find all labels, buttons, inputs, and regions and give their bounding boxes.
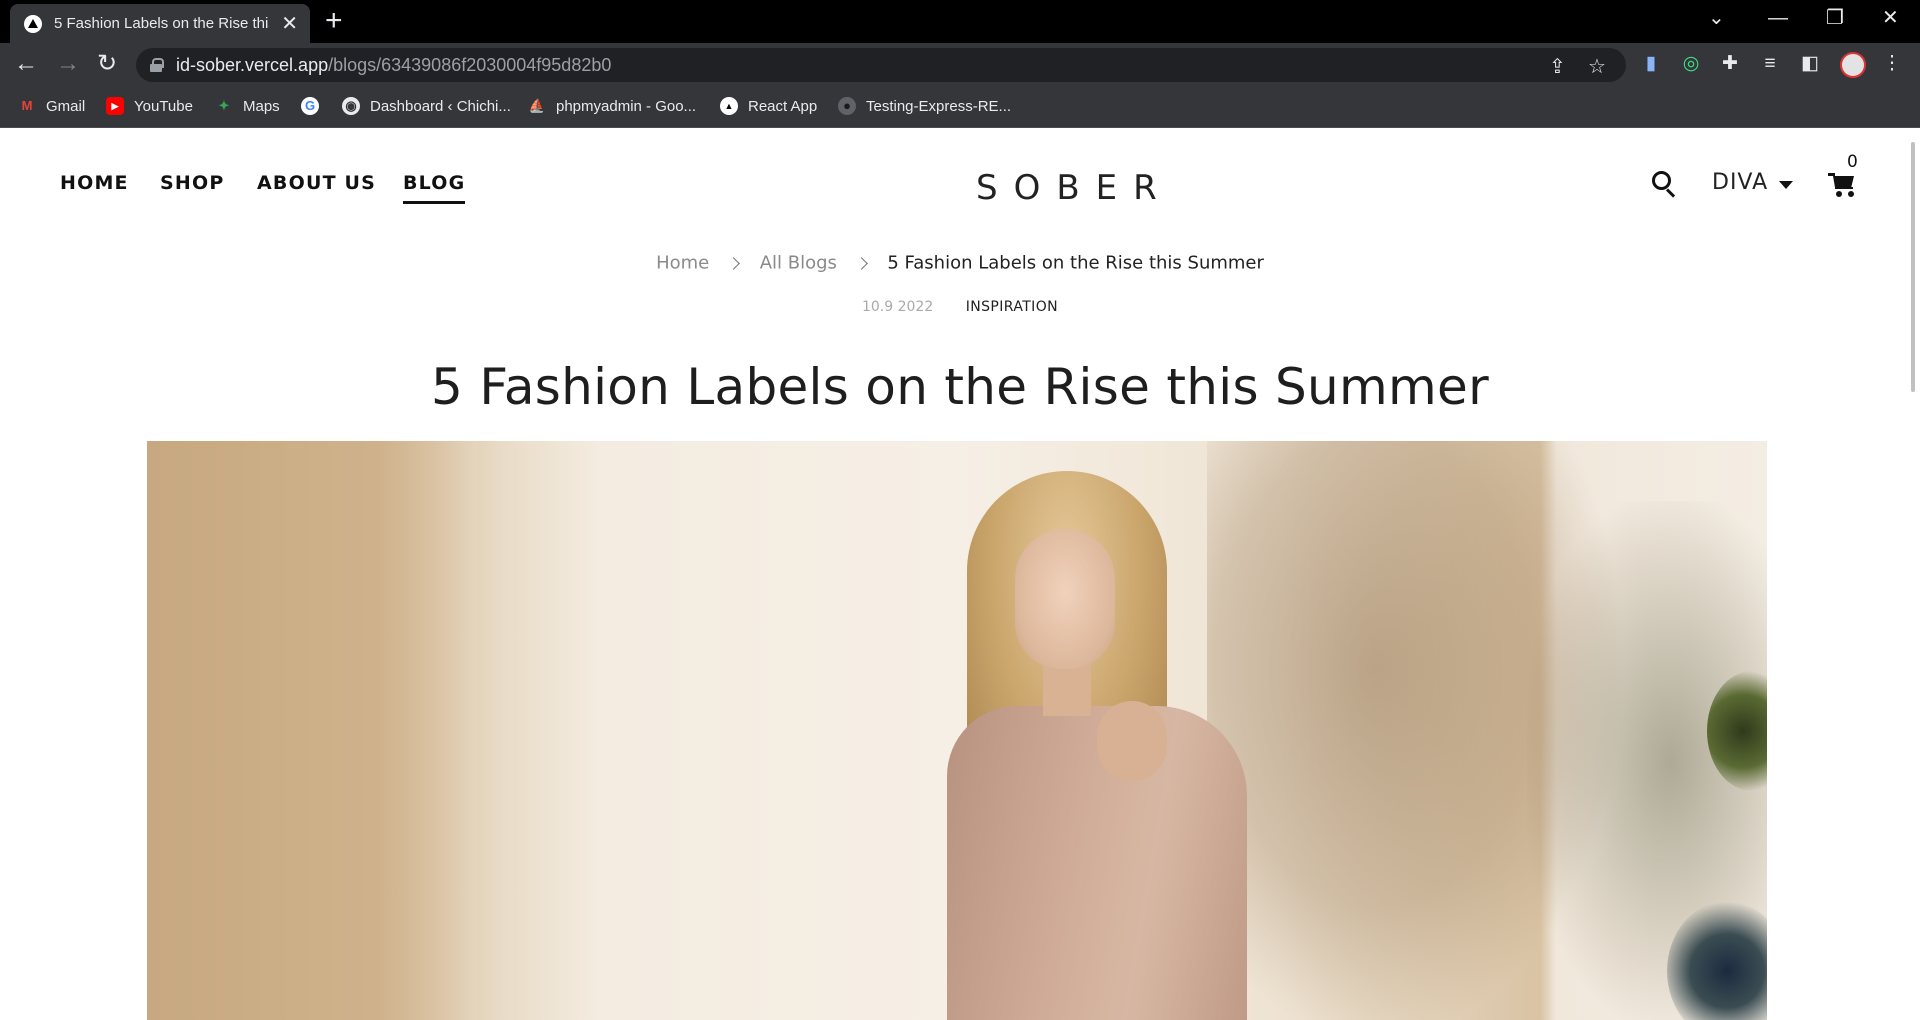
bookmark-youtube[interactable]: ▶ YouTube	[106, 97, 193, 115]
caret-down-icon[interactable]	[1779, 181, 1793, 189]
post-date: 10.9 2022	[861, 299, 934, 315]
bookmark-label: Gmail	[46, 97, 86, 115]
chevron-right-icon	[854, 256, 868, 270]
github-icon: ●	[838, 97, 856, 115]
bookmark-gmail[interactable]: M Gmail	[18, 97, 86, 115]
extension-target-icon[interactable]: ◎	[1679, 52, 1703, 76]
breadcrumb-current: 5 Fashion Labels on the Rise this Summer	[887, 252, 1264, 274]
post-title: 5 Fashion Labels on the Rise this Summer	[431, 358, 1489, 416]
bookmark-label: React App	[748, 97, 818, 115]
browser-tab-strip: 5 Fashion Labels on the Rise this ✕ + ⌄ …	[0, 0, 1920, 43]
bookmarks-bar: M Gmail ▶ YouTube ✦ Maps G ◉ Dashboard ‹ Chi…	[0, 86, 1920, 128]
bookmark-dashboard[interactable]: ◉ Dashboard ‹ Chichi...	[342, 97, 511, 115]
nav-home[interactable]: HOME	[60, 172, 129, 194]
media-queue-icon[interactable]: ≡	[1758, 52, 1782, 76]
react-app-icon: ▲	[720, 97, 738, 115]
cart-count-badge: 0	[1847, 152, 1858, 172]
maps-icon: ✦	[218, 98, 230, 113]
nav-blog[interactable]: BLOG	[403, 172, 466, 204]
browser-menu-icon[interactable]: ⋮	[1880, 52, 1904, 76]
chevron-right-icon	[727, 256, 740, 270]
bookmark-label: Testing-Express-RE...	[866, 97, 1012, 115]
minimize-icon[interactable]: —	[1768, 6, 1788, 30]
bookmark-label: YouTube	[134, 97, 193, 115]
bookmark-testing-express[interactable]: ● Testing-Express-RE...	[838, 97, 1011, 115]
extension-docs-icon[interactable]: ▮	[1639, 52, 1663, 76]
profile-avatar[interactable]	[1840, 52, 1866, 78]
globe-icon: ◉	[342, 97, 360, 115]
search-icon[interactable]	[1652, 171, 1678, 198]
reload-icon[interactable]: ↻	[97, 51, 117, 77]
google-icon: G	[301, 97, 319, 115]
lock-icon[interactable]	[150, 58, 164, 72]
tab-title: 5 Fashion Labels on the Rise this	[54, 15, 269, 32]
bookmark-label: phpmyadmin - Goo...	[556, 97, 697, 115]
new-tab-plus-icon[interactable]: +	[325, 6, 343, 36]
bookmark-maps[interactable]: ✦ Maps	[215, 97, 280, 115]
language-selector[interactable]: DIVA	[1712, 170, 1768, 195]
cart-icon[interactable]	[1828, 172, 1856, 198]
forward-arrow-icon[interactable]: →	[56, 51, 80, 77]
model-photo	[947, 471, 1277, 1020]
breadcrumb: Home All Blogs 5 Fashion Labels on the R…	[0, 252, 1920, 274]
close-window-icon[interactable]: ✕	[1882, 6, 1899, 30]
bookmark-google[interactable]: G	[301, 97, 329, 115]
extensions-puzzle-icon[interactable]: ✚	[1718, 52, 1742, 76]
site-logo[interactable]: SOBER	[976, 168, 1173, 208]
bookmark-star-icon[interactable]: ☆	[1588, 54, 1606, 79]
breadcrumb-all-blogs[interactable]: All Blogs	[760, 253, 837, 274]
scrollbar-thumb[interactable]	[1911, 142, 1915, 392]
post-category[interactable]: INSPIRATION	[966, 299, 1058, 315]
gmail-icon: M	[21, 98, 33, 113]
bookmark-label: Dashboard ‹ Chichi...	[370, 97, 511, 115]
vercel-favicon-icon	[24, 14, 42, 33]
close-tab-icon[interactable]: ✕	[281, 14, 298, 34]
address-bar[interactable]: id-sober.vercel.app/blogs/63439086f20300…	[136, 48, 1626, 82]
nav-about-us[interactable]: ABOUT US	[257, 172, 376, 194]
side-panel-icon[interactable]: ◧	[1798, 52, 1822, 76]
page-scrollbar[interactable]	[1904, 128, 1920, 1020]
post-hero-image	[147, 441, 1767, 1020]
back-arrow-icon[interactable]: ←	[14, 51, 38, 77]
web-page: HOME SHOP ABOUT US BLOG SOBER DIVA 0 Hom…	[0, 128, 1920, 1020]
tab-search-chevron-icon[interactable]: ⌄	[1708, 6, 1725, 30]
url-host: id-sober.vercel.app	[176, 54, 329, 75]
restore-icon[interactable]: ❐	[1826, 6, 1844, 30]
url-path: /blogs/63439086f2030004f95d82b0	[328, 54, 612, 75]
bookmark-phpmyadmin[interactable]: ⛵ phpmyadmin - Goo...	[528, 97, 696, 115]
browser-toolbar: ← → ↻ id-sober.vercel.app/blogs/63439086…	[0, 43, 1920, 86]
share-icon[interactable]: ⇪	[1549, 54, 1566, 79]
bookmark-react-app[interactable]: ▲ React App	[720, 97, 817, 115]
browser-tab-active[interactable]: 5 Fashion Labels on the Rise this ✕	[10, 4, 310, 43]
phpmyadmin-icon: ⛵	[528, 98, 546, 113]
youtube-icon: ▶	[106, 97, 124, 115]
breadcrumb-home[interactable]: Home	[656, 253, 709, 274]
nav-shop[interactable]: SHOP	[160, 172, 224, 194]
post-meta: 10.9 2022 INSPIRATION	[0, 299, 1920, 315]
bookmark-label: Maps	[243, 97, 280, 115]
